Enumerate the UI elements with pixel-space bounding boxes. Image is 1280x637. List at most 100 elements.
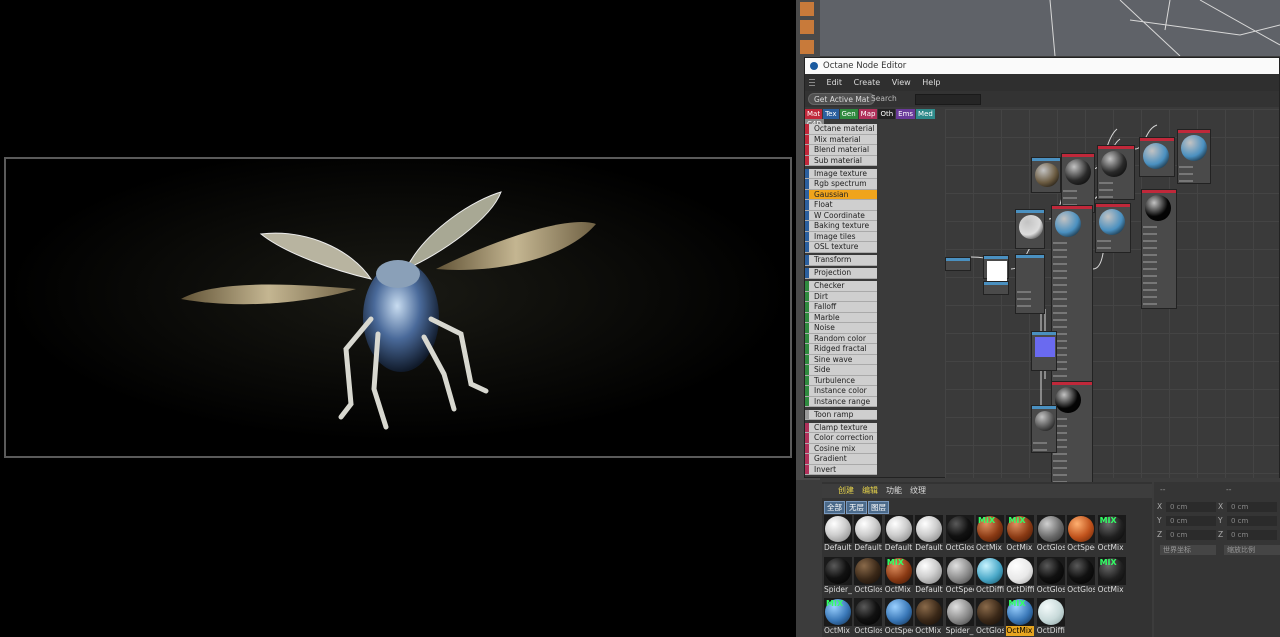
coord-size-field[interactable]: 0 cm: [1227, 502, 1277, 512]
material-filter-button[interactable]: 全部: [824, 501, 845, 514]
node-list-item[interactable]: Instance color: [805, 386, 877, 397]
graph-node[interactable]: [1097, 145, 1135, 200]
material-swatch[interactable]: Spider_: [945, 598, 974, 636]
node-list-item[interactable]: Checker: [805, 281, 877, 292]
node-list-item[interactable]: Mix material: [805, 134, 877, 145]
category-tab-tex[interactable]: Tex: [823, 109, 839, 119]
cube-tool-icon[interactable]: [800, 20, 814, 34]
material-filter-button[interactable]: 无层: [846, 501, 867, 514]
material-swatch[interactable]: OctSpec: [945, 556, 974, 595]
cube-tool-icon[interactable]: [800, 40, 814, 54]
material-swatch[interactable]: OctGlos: [854, 598, 883, 636]
node-list-item[interactable]: Dirt: [805, 291, 877, 302]
node-list-item[interactable]: Clamp texture: [805, 422, 877, 433]
node-list-item[interactable]: Color correction: [805, 433, 877, 444]
node-list-item[interactable]: Falloff: [805, 302, 877, 313]
category-tab-gen[interactable]: Gen: [839, 109, 858, 119]
get-active-mat-button[interactable]: Get Active Mat: [808, 93, 876, 105]
material-swatch[interactable]: Default: [854, 515, 883, 553]
material-filter-button[interactable]: 图层: [868, 501, 889, 514]
node-list-item[interactable]: Projection: [805, 268, 877, 279]
node-list-item[interactable]: Image texture: [805, 168, 877, 179]
node-editor-titlebar[interactable]: Octane Node Editor: [805, 58, 1279, 74]
material-swatch[interactable]: OctSpec: [1067, 515, 1096, 553]
node-list-item[interactable]: Cosine mix: [805, 443, 877, 454]
menu-help[interactable]: Help: [922, 78, 940, 87]
node-list-item[interactable]: Octane material: [805, 124, 877, 135]
material-menu-item[interactable]: 纹理: [910, 486, 926, 495]
material-swatch[interactable]: OctGlos: [1067, 556, 1096, 595]
material-swatch[interactable]: OctGlos: [945, 515, 974, 553]
node-list-item[interactable]: W Coordinate: [805, 210, 877, 221]
graph-node[interactable]: [1139, 137, 1175, 177]
node-list-item[interactable]: Side: [805, 365, 877, 376]
node-list-item[interactable]: Transform: [805, 255, 877, 266]
material-swatch[interactable]: MIX OctMix: [976, 515, 1004, 553]
coord-position-field[interactable]: 0 cm: [1166, 516, 1216, 526]
coord-position-field[interactable]: 0 cm: [1166, 502, 1216, 512]
node-list-item[interactable]: Blend material: [805, 145, 877, 156]
material-swatch[interactable]: Default: [915, 556, 944, 595]
material-swatch[interactable]: OctGlos: [854, 556, 883, 595]
category-tab-ems[interactable]: Ems: [896, 109, 916, 119]
material-swatch[interactable]: OctMix: [915, 598, 944, 636]
material-swatch[interactable]: OctGlos: [976, 598, 1004, 636]
material-swatch[interactable]: Spider_: [824, 556, 852, 595]
cube-tool-icon[interactable]: [800, 2, 814, 16]
graph-node[interactable]: [1095, 203, 1131, 253]
graph-node[interactable]: [1031, 405, 1057, 453]
menu-edit[interactable]: Edit: [827, 78, 843, 87]
node-list-item[interactable]: OSL texture: [805, 242, 877, 253]
material-swatch[interactable]: OctDiffi: [976, 556, 1004, 595]
material-swatch[interactable]: OctDiffi: [1036, 598, 1065, 636]
material-swatch[interactable]: OctGlos: [1036, 515, 1065, 553]
material-swatch[interactable]: MIX OctMix: [884, 556, 913, 595]
node-list-item[interactable]: Toon ramp: [805, 409, 877, 420]
material-swatch[interactable]: OctGlos: [1036, 556, 1065, 595]
node-list-item[interactable]: Marble: [805, 312, 877, 323]
search-input[interactable]: [915, 94, 981, 105]
node-list-item[interactable]: Image tiles: [805, 231, 877, 242]
material-swatch[interactable]: OctDiffi: [1006, 556, 1035, 595]
category-tab-map[interactable]: Map: [858, 109, 878, 119]
node-list-item[interactable]: Noise: [805, 323, 877, 334]
node-list-item[interactable]: Baking texture: [805, 221, 877, 232]
graph-node[interactable]: [1015, 209, 1045, 249]
material-swatch[interactable]: Default: [884, 515, 913, 553]
node-list-item[interactable]: Turbulence: [805, 375, 877, 386]
graph-node[interactable]: [1051, 205, 1093, 390]
coord-scale-dropdown[interactable]: 缩放比例: [1224, 545, 1280, 555]
menu-view[interactable]: View: [892, 78, 911, 87]
material-swatch[interactable]: OctSpec: [884, 598, 913, 636]
category-tab-mat[interactable]: Mat: [805, 109, 823, 119]
octane-live-viewer[interactable]: [0, 0, 796, 637]
material-menu-item[interactable]: 功能: [886, 486, 902, 495]
node-list-item[interactable]: Ridged fractal: [805, 344, 877, 355]
material-swatch[interactable]: Default: [915, 515, 944, 553]
graph-node[interactable]: [1061, 153, 1095, 213]
graph-node[interactable]: [1015, 254, 1045, 314]
material-menu-item[interactable]: 创建: [838, 486, 854, 495]
node-list-item[interactable]: Instance range: [805, 396, 877, 407]
category-tab-oth[interactable]: Oth: [878, 109, 896, 119]
graph-node[interactable]: [1141, 189, 1177, 309]
node-list-item[interactable]: Sub material: [805, 155, 877, 166]
graph-node[interactable]: [945, 257, 971, 271]
graph-node[interactable]: [983, 281, 1009, 295]
material-swatch[interactable]: MIX OctMix: [824, 598, 852, 636]
graph-node[interactable]: [1031, 331, 1057, 371]
node-list-item[interactable]: Float: [805, 200, 877, 211]
graph-node[interactable]: [1177, 129, 1211, 184]
material-swatch[interactable]: MIX OctMix: [1097, 515, 1126, 553]
category-tab-med[interactable]: Med: [916, 109, 935, 119]
coord-position-field[interactable]: 0 cm: [1166, 530, 1216, 540]
node-list-item[interactable]: Random color: [805, 333, 877, 344]
menu-create[interactable]: Create: [854, 78, 881, 87]
material-swatch[interactable]: MIX OctMix: [1006, 598, 1035, 636]
material-swatch[interactable]: Default: [824, 515, 852, 553]
node-list-item[interactable]: Rgb spectrum: [805, 179, 877, 190]
node-graph-canvas[interactable]: [945, 109, 1279, 491]
coord-size-field[interactable]: 0 cm: [1227, 530, 1277, 540]
coord-mode-dropdown[interactable]: 世界坐标: [1160, 545, 1216, 555]
coord-size-field[interactable]: 0 cm: [1227, 516, 1277, 526]
